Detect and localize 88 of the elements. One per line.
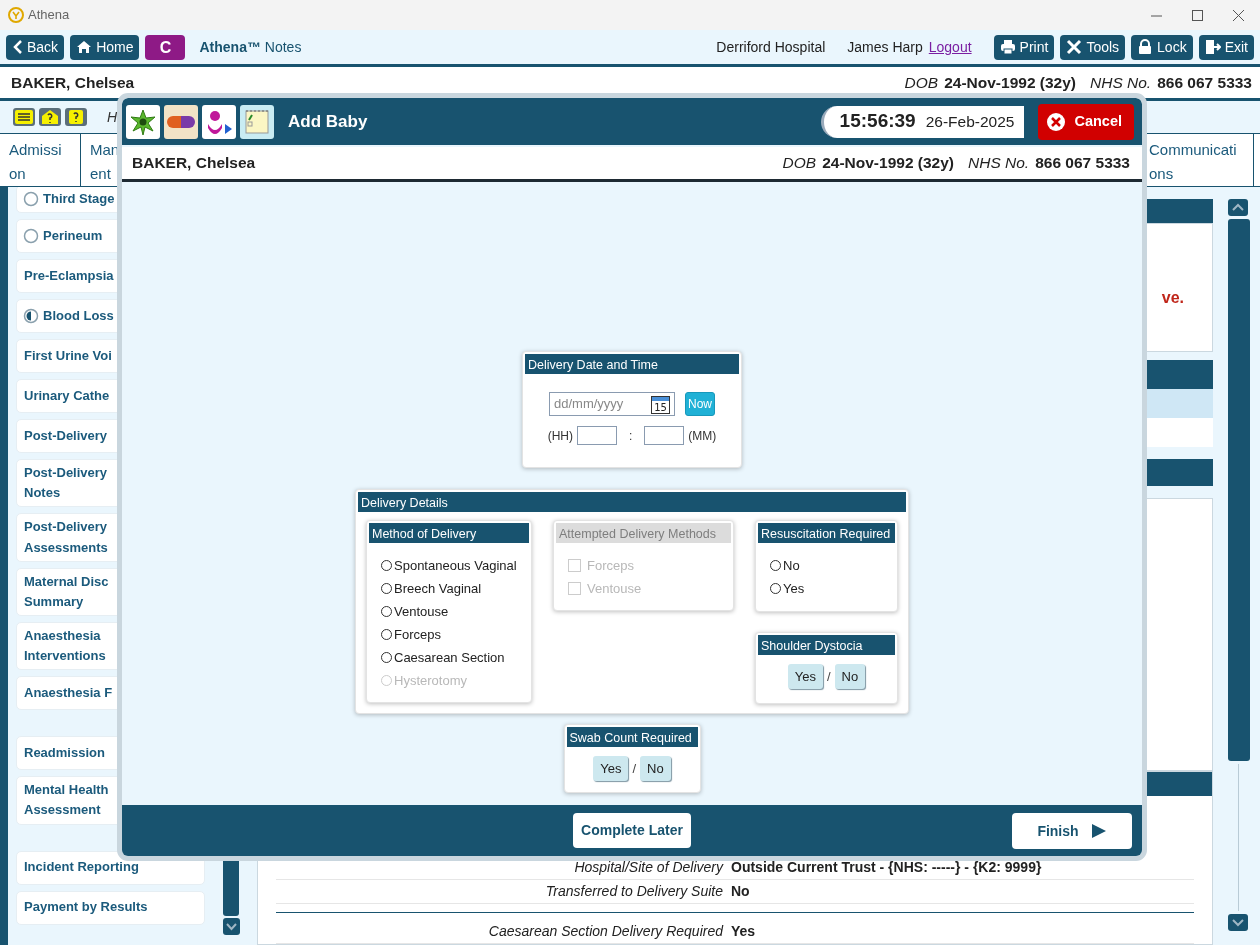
hour-field[interactable] bbox=[577, 426, 617, 445]
nhs-value: 866 067 5333 bbox=[1157, 72, 1252, 93]
home-icon bbox=[76, 39, 93, 55]
maximize-icon[interactable] bbox=[1192, 9, 1203, 21]
yes-button[interactable]: Yes bbox=[593, 756, 629, 781]
close-circle-icon bbox=[1046, 111, 1067, 132]
circle-icon bbox=[23, 191, 39, 208]
sidebar-item[interactable]: Payment by Results bbox=[16, 890, 205, 925]
app-logo-icon bbox=[8, 7, 24, 23]
patient-initial-button[interactable]: C bbox=[145, 34, 186, 60]
exit-icon bbox=[1204, 39, 1221, 55]
clock-time: 15:56:39 bbox=[839, 109, 916, 134]
flower-icon[interactable] bbox=[126, 104, 160, 139]
field-label: Transferred to Delivery Suite bbox=[544, 882, 723, 901]
no-button[interactable]: No bbox=[640, 756, 671, 781]
exit-button[interactable]: Exit bbox=[1198, 34, 1254, 60]
field-value: Yes bbox=[731, 922, 756, 941]
tools-icon bbox=[1066, 39, 1083, 55]
app-name: Athena™ Notes bbox=[199, 37, 302, 57]
cancel-button[interactable]: Cancel bbox=[1038, 103, 1134, 140]
help-home-icon[interactable] bbox=[39, 108, 61, 126]
field-value: No bbox=[731, 882, 750, 901]
scroll-down-icon[interactable] bbox=[1228, 914, 1248, 931]
nhs-value: 866 067 5333 bbox=[1035, 153, 1130, 174]
play-icon bbox=[1090, 823, 1107, 839]
card-title: Resuscitation Required bbox=[758, 523, 895, 543]
notepad-icon[interactable] bbox=[240, 104, 274, 139]
hint-text: H bbox=[107, 107, 118, 127]
no-button[interactable]: No bbox=[834, 664, 866, 689]
warning-text: ve. bbox=[1161, 289, 1184, 307]
dob-value: 24-Nov-1992 (32y) bbox=[944, 72, 1076, 93]
circle-icon bbox=[23, 228, 39, 245]
lock-icon bbox=[1137, 39, 1154, 55]
finish-button[interactable]: Finish bbox=[1012, 813, 1132, 849]
complete-later-button[interactable]: Complete Later bbox=[573, 813, 691, 848]
separator-text: / bbox=[827, 667, 831, 686]
logout-link[interactable]: Logout bbox=[928, 36, 972, 58]
capsule-icon[interactable] bbox=[164, 104, 198, 139]
clock-date: 26-Feb-2025 bbox=[925, 111, 1015, 132]
nhs-label: NHS No. bbox=[1090, 72, 1152, 93]
radio-option[interactable]: Caesarean Section bbox=[381, 648, 531, 667]
help-icon[interactable] bbox=[65, 108, 87, 126]
minute-field[interactable] bbox=[644, 426, 685, 445]
radio-option[interactable]: No bbox=[770, 556, 897, 575]
dob-label: DOB bbox=[782, 153, 817, 174]
card-title: Swab Count Required bbox=[566, 727, 698, 747]
card-title: Delivery Details bbox=[358, 492, 906, 512]
tools-button[interactable]: Tools bbox=[1060, 34, 1126, 60]
radio-option[interactable]: Forceps bbox=[381, 625, 531, 644]
field-label: Hospital/Site of Delivery bbox=[573, 858, 723, 877]
nhs-label: NHS No. bbox=[968, 153, 1030, 174]
dob-label: DOB bbox=[904, 72, 939, 93]
yes-button[interactable]: Yes bbox=[787, 664, 823, 689]
card-title: Method of Delivery bbox=[369, 523, 529, 543]
home-button[interactable]: Home bbox=[70, 34, 140, 60]
close-icon[interactable] bbox=[1233, 9, 1244, 21]
card-title: Shoulder Dystocia bbox=[758, 635, 895, 655]
dialog-title: Add Baby bbox=[288, 110, 368, 133]
time-separator: : bbox=[629, 427, 633, 445]
date-field[interactable]: dd/mm/yyyy 15 bbox=[549, 392, 675, 416]
back-button[interactable]: Back bbox=[6, 34, 65, 60]
radio-option[interactable]: Breech Vaginal bbox=[381, 579, 531, 598]
user-name: James Harp bbox=[847, 37, 923, 57]
separator-text: / bbox=[632, 759, 637, 778]
lock-button[interactable]: Lock bbox=[1131, 34, 1193, 60]
dob-value: 24-Nov-1992 (32y) bbox=[822, 153, 954, 174]
print-button[interactable]: Print bbox=[993, 34, 1055, 60]
card-title: Attempted Delivery Methods bbox=[556, 523, 731, 543]
hour-label: (HH) bbox=[547, 427, 573, 445]
scrollbar-thumb[interactable] bbox=[1228, 219, 1250, 761]
scroll-down-icon[interactable] bbox=[223, 918, 240, 935]
radio-option[interactable]: Ventouse bbox=[381, 602, 531, 621]
hospital-name: Derriford Hospital bbox=[716, 37, 826, 57]
radio-option[interactable]: Yes bbox=[770, 579, 897, 598]
patient-name: BAKER, Chelsea bbox=[132, 153, 256, 174]
help-list-icon[interactable] bbox=[13, 108, 35, 126]
card-title: Delivery Date and Time bbox=[525, 354, 739, 374]
chevron-left-icon bbox=[12, 39, 23, 55]
field-label: Caesarean Section Delivery Required bbox=[487, 922, 723, 941]
scroll-up-icon[interactable] bbox=[1228, 199, 1248, 216]
half-circle-icon bbox=[23, 308, 39, 325]
window-title: Athena bbox=[28, 6, 70, 25]
printer-icon bbox=[999, 39, 1016, 55]
field-value: Outside Current Trust - {NHS: -----} - {K2: 9999} bbox=[731, 858, 1042, 877]
patient-name: BAKER, Chelsea bbox=[11, 72, 135, 93]
minute-label: (MM) bbox=[688, 427, 717, 445]
calendar-icon[interactable]: 15 bbox=[651, 394, 670, 414]
radio-option[interactable]: Spontaneous Vaginal bbox=[381, 556, 531, 575]
